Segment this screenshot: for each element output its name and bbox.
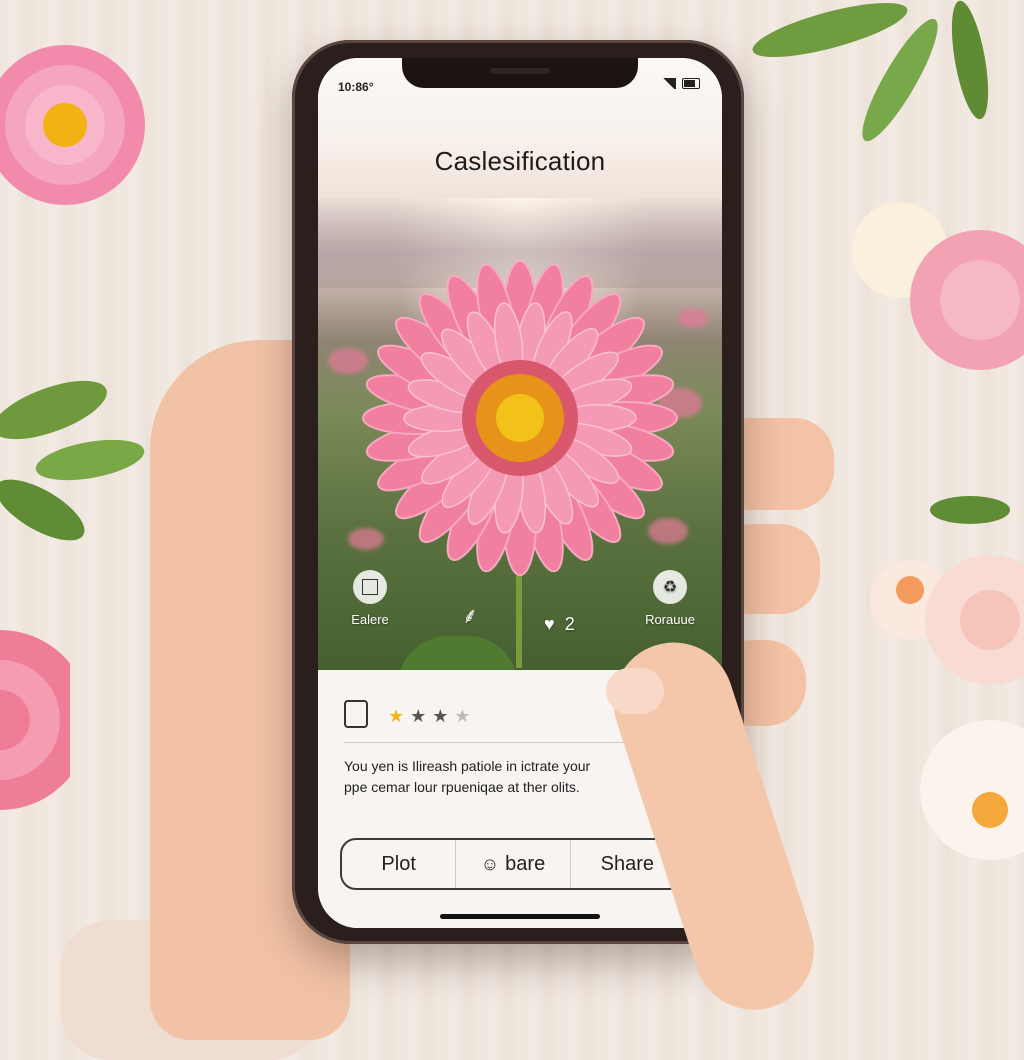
smile-icon: ☺ xyxy=(480,853,500,874)
pink-daisy xyxy=(362,260,678,576)
star-icon[interactable]: ★ xyxy=(454,706,476,726)
field-flower xyxy=(678,308,708,328)
rorauue-label: Rorauue xyxy=(645,612,695,627)
pink-flower-bottom-left xyxy=(0,630,70,810)
home-indicator xyxy=(440,914,600,919)
scene: 10:86° Caslesification Ealere ⸙ ♥ 2 ♻ Ro… xyxy=(0,0,1024,1060)
action-button-bar: Plot ☺ bare Share xyxy=(340,838,686,890)
plot-button[interactable]: Plot xyxy=(342,840,457,888)
bare-button[interactable]: ☺ bare xyxy=(456,840,571,888)
page-title: Caslesification xyxy=(434,146,606,176)
fingernail xyxy=(606,668,664,714)
battery-icon xyxy=(682,78,700,89)
heart-chat-icon: ♥ xyxy=(544,614,555,634)
divider xyxy=(344,742,624,743)
bare-label: bare xyxy=(505,852,546,875)
ealere-action[interactable]: Ealere xyxy=(342,570,398,627)
status-time: 10:86° xyxy=(338,80,374,94)
star-icon[interactable]: ★ xyxy=(432,706,454,726)
leaf-sprout-icon: ⸙ xyxy=(461,603,479,628)
flowers-right xyxy=(852,202,1024,860)
square-icon xyxy=(353,570,387,604)
leaves-left xyxy=(0,380,145,541)
signal-icon xyxy=(662,78,676,89)
rating-stars[interactable]: ★★★★ xyxy=(388,706,477,727)
count-action[interactable]: ♥ 2 xyxy=(544,614,604,635)
sprout-action[interactable]: ⸙ xyxy=(450,600,490,630)
leaves-top-right xyxy=(752,0,989,142)
ealere-label: Ealere xyxy=(351,612,389,627)
recycle-icon: ♻ xyxy=(653,570,687,604)
card-icon xyxy=(344,700,368,728)
star-icon[interactable]: ★ xyxy=(410,706,432,726)
phone-notch xyxy=(402,58,638,88)
pink-flower-top-left xyxy=(0,45,145,205)
status-icons xyxy=(662,78,700,89)
rorauue-action[interactable]: ♻ Rorauue xyxy=(636,570,704,627)
star-icon[interactable]: ★ xyxy=(388,706,410,726)
description-text: You yen is Ilireash patiole in ictrate y… xyxy=(344,758,591,795)
count-value: 2 xyxy=(564,614,575,634)
